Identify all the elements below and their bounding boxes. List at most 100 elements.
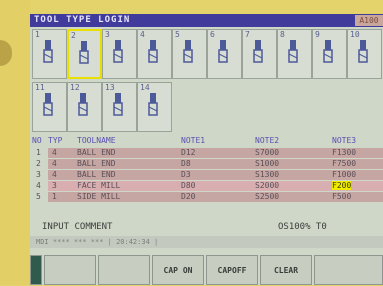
- status-line: MDI **** *** *** | 20:42:34 |: [30, 236, 383, 248]
- header-note3: NOTE3: [332, 136, 357, 145]
- row-note3: F200: [332, 181, 352, 190]
- drill-icon: [323, 40, 333, 63]
- row-note2: S1300: [255, 170, 280, 179]
- row-note3: F500: [332, 192, 352, 201]
- row-no: 4: [36, 181, 41, 190]
- tool-cell-14[interactable]: 14: [137, 82, 172, 132]
- row-no: 3: [36, 170, 41, 179]
- input-comment-label: INPUT COMMENT: [42, 222, 113, 232]
- softkey-5[interactable]: CAPOFF: [206, 255, 258, 285]
- endmill-icon: [43, 93, 53, 116]
- boring-icon: [183, 40, 193, 63]
- tool-cell-5[interactable]: 5: [172, 29, 207, 79]
- softkey-1[interactable]: [30, 255, 42, 285]
- table-row[interactable]: 3 4 BALL END D3 S1300 F1000: [30, 170, 383, 180]
- table-row[interactable]: 1 4 BALL END D12 S7000 F1300: [30, 148, 383, 158]
- row-note1: D12: [181, 148, 196, 157]
- softkey-4[interactable]: CAP ON: [152, 255, 204, 285]
- drill-icon: [113, 40, 123, 63]
- title-bar: TOOL TYPE LOGIN A100: [30, 14, 383, 27]
- row-note2: S1000: [255, 159, 280, 168]
- tool-number: 10: [350, 30, 360, 39]
- row-no: 2: [36, 159, 41, 168]
- tool-cell-13[interactable]: 13: [102, 82, 137, 132]
- tool-number: 3: [105, 30, 110, 39]
- header-note2: NOTE2: [255, 136, 280, 145]
- facemill-icon: [218, 40, 228, 63]
- override-readout: OS100% T0: [278, 222, 327, 232]
- softkey-bar: CAP ON CAPOFF CLEAR: [30, 255, 383, 285]
- tool-cell-2[interactable]: 2: [67, 29, 102, 79]
- row-typ: 3: [52, 181, 57, 190]
- table-row[interactable]: 4 3 FACE MILL D80 S2000 F200: [30, 181, 383, 191]
- tool-cell-7[interactable]: 7: [242, 29, 277, 79]
- tool-cell-4[interactable]: 4: [137, 29, 172, 79]
- row-note3: F1000: [332, 170, 357, 179]
- endmill-icon: [79, 41, 89, 64]
- tool-cell-10[interactable]: 10: [347, 29, 382, 79]
- bezel-knob: [0, 40, 12, 66]
- tool-cell-11[interactable]: 11: [32, 82, 67, 132]
- tool-number: 13: [105, 83, 115, 92]
- tool-number: 12: [70, 83, 80, 92]
- softkey-6[interactable]: CLEAR: [260, 255, 312, 285]
- row-note1: D20: [181, 192, 196, 201]
- tool-cell-6[interactable]: 6: [207, 29, 242, 79]
- endmill-icon: [43, 40, 53, 63]
- drill-icon: [148, 40, 158, 63]
- row-note1: D3: [181, 170, 191, 179]
- row-typ: 4: [52, 170, 57, 179]
- cnc-screen: TOOL TYPE LOGIN A100 1 2 3 4 5 6 7 8 9 10 11 12 13 14…: [30, 14, 383, 285]
- tool-number: 14: [140, 83, 150, 92]
- tap-icon: [253, 40, 263, 63]
- drill-icon: [288, 40, 298, 63]
- header-no: NO: [32, 136, 42, 145]
- row-note2: S2500: [255, 192, 280, 201]
- tool-number: 11: [35, 83, 45, 92]
- row-note3: F1300: [332, 148, 357, 157]
- chamfer-icon: [358, 40, 368, 63]
- row-toolname: BALL END: [77, 159, 116, 168]
- row-typ: 4: [52, 159, 57, 168]
- table-row[interactable]: 2 4 BALL END D8 S1000 F7500: [30, 159, 383, 169]
- row-typ: 1: [52, 192, 57, 201]
- tool-number: 4: [140, 30, 145, 39]
- screen-title: TOOL TYPE LOGIN: [34, 15, 131, 25]
- status-text: MDI **** *** *** | 20:42:34 |: [36, 238, 159, 246]
- softkey-3[interactable]: [98, 255, 150, 285]
- softkey-7[interactable]: [314, 255, 383, 285]
- tool-number: 2: [71, 31, 76, 40]
- tool-number: 6: [210, 30, 215, 39]
- row-toolname: SIDE MILL: [77, 192, 121, 201]
- title-tag: A100: [355, 15, 383, 26]
- row-note1: D80: [181, 181, 196, 190]
- row-toolname: FACE MILL: [77, 181, 121, 190]
- header-typ: TYP: [48, 136, 63, 145]
- table-header: NO TYP TOOLNAME NOTE1 NOTE2 NOTE3: [30, 136, 383, 147]
- tool-number: 9: [315, 30, 320, 39]
- row-no: 1: [36, 148, 41, 157]
- sidemill-icon: [113, 93, 123, 116]
- tool-cell-8[interactable]: 8: [277, 29, 312, 79]
- row-no: 5: [36, 192, 41, 201]
- tool-cell-9[interactable]: 9: [312, 29, 347, 79]
- tool-cell-3[interactable]: 3: [102, 29, 137, 79]
- tool-number: 5: [175, 30, 180, 39]
- softkey-2[interactable]: [44, 255, 96, 285]
- row-typ: 4: [52, 148, 57, 157]
- tool-number: 7: [245, 30, 250, 39]
- tool-number: 1: [35, 30, 40, 39]
- row-toolname: BALL END: [77, 170, 116, 179]
- ballmill-icon: [78, 93, 88, 116]
- tool-cell-12[interactable]: 12: [67, 82, 102, 132]
- row-note2: S7000: [255, 148, 280, 157]
- table-row[interactable]: 5 1 SIDE MILL D20 S2500 F500: [30, 192, 383, 202]
- header-note1: NOTE1: [181, 136, 206, 145]
- row-note3: F7500: [332, 159, 357, 168]
- row-note1: D8: [181, 159, 191, 168]
- tool-number: 8: [280, 30, 285, 39]
- reamer-icon: [148, 93, 158, 116]
- row-note2: S2000: [255, 181, 280, 190]
- header-toolname: TOOLNAME: [77, 136, 116, 145]
- tool-cell-1[interactable]: 1: [32, 29, 67, 79]
